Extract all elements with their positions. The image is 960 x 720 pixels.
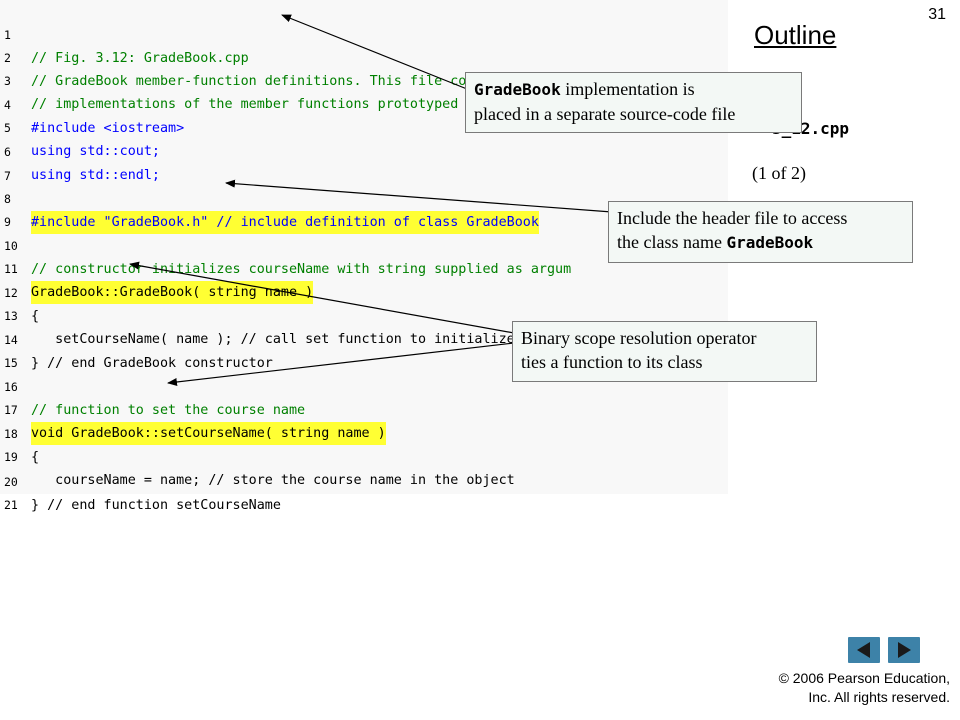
outline-page-indicator: (1 of 2) [752, 163, 806, 183]
code-text: } // end function setCourseName [31, 498, 281, 513]
code-line-18: 18 { [0, 400, 39, 465]
callout-implementation: GradeBook implementation is placed in a … [465, 72, 802, 133]
callout-code-term: GradeBook [474, 80, 561, 99]
line-number: 21 [4, 498, 18, 512]
next-slide-button[interactable] [888, 637, 920, 663]
callout-text: implementation is [560, 79, 695, 99]
code-text: #include <iostream> [31, 121, 185, 136]
code-line-14: 14 } // end GradeBook constructor [0, 306, 273, 371]
copyright-line: © 2006 Pearson Education, [778, 670, 950, 686]
code-line-1: 1 // Fig. 3.12: GradeBook.cpp [0, 1, 249, 66]
code-line-17: 17 void GradeBook::setCourseName( string… [0, 376, 386, 445]
code-text: using std::cout; [31, 144, 160, 159]
code-line-21: 21 [0, 471, 32, 512]
callout-text: the class name [617, 232, 727, 252]
outline-title: Outline [754, 20, 837, 50]
code-line-4: 4 #include <iostream> [0, 71, 184, 136]
code-line-8: 8 #include "GradeBook.h" // include defi… [0, 165, 539, 234]
code-text: // constructor initializes courseName wi… [31, 262, 572, 277]
code-line-20: 20 } // end function setCourseName [0, 448, 281, 513]
callout-text: placed in a separate source-code file [474, 104, 736, 124]
code-text: courseName = name; // store the course n… [31, 473, 515, 488]
code-line-13: 13 setCourseName( name ); // call set fu… [0, 282, 603, 347]
callout-code-term: GradeBook [726, 233, 814, 252]
copyright-notice: © 2006 Pearson Education, Inc. All right… [779, 669, 950, 707]
code-line-9: 9 [0, 188, 32, 229]
code-line-11: 11 GradeBook::GradeBook( string name ) [0, 235, 314, 304]
triangle-right-icon [898, 642, 911, 658]
code-line-2: 2 // GradeBook member-function definitio… [0, 24, 515, 89]
triangle-left-icon [857, 642, 870, 658]
code-line-7: 7 [0, 142, 32, 183]
code-text: // function to set the course name [31, 403, 306, 418]
callout-text: Include the header file to access [617, 208, 848, 228]
code-line-6: 6 using std::endl; [0, 118, 160, 183]
code-text: // GradeBook member-function definitions… [31, 74, 515, 89]
code-text: // Fig. 3.12: GradeBook.cpp [31, 51, 249, 66]
code-text: #include "GradeBook.h" // include defini… [31, 211, 539, 234]
code-text: GradeBook::GradeBook( string name ) [31, 281, 314, 304]
slide-number: 31 [928, 6, 946, 23]
code-line-15: 15 [0, 329, 32, 370]
copyright-line: Inc. All rights reserved. [808, 689, 950, 705]
code-line-19: 19 courseName = name; // store the cours… [0, 423, 515, 488]
code-text: void GradeBook::setCourseName( string na… [31, 422, 386, 445]
previous-slide-button[interactable] [848, 637, 880, 663]
code-line-5: 5 using std::cout; [0, 94, 160, 159]
callout-text: ties a function to its class [521, 352, 703, 372]
code-text: } // end GradeBook constructor [31, 356, 273, 371]
callout-scope-resolution: Binary scope resolution operator ties a … [512, 321, 817, 382]
code-text: using std::endl; [31, 168, 160, 183]
code-line-3: 3 // implementations of the member funct… [0, 47, 587, 112]
code-line-10: 10 // constructor initializes courseName… [0, 212, 571, 277]
code-line-12: 12 { [0, 259, 39, 324]
code-line-16: 16 // function to set the course name [0, 353, 305, 418]
callout-text: Binary scope resolution operator [521, 328, 757, 348]
callout-header-include: Include the header file to access the cl… [608, 201, 913, 263]
